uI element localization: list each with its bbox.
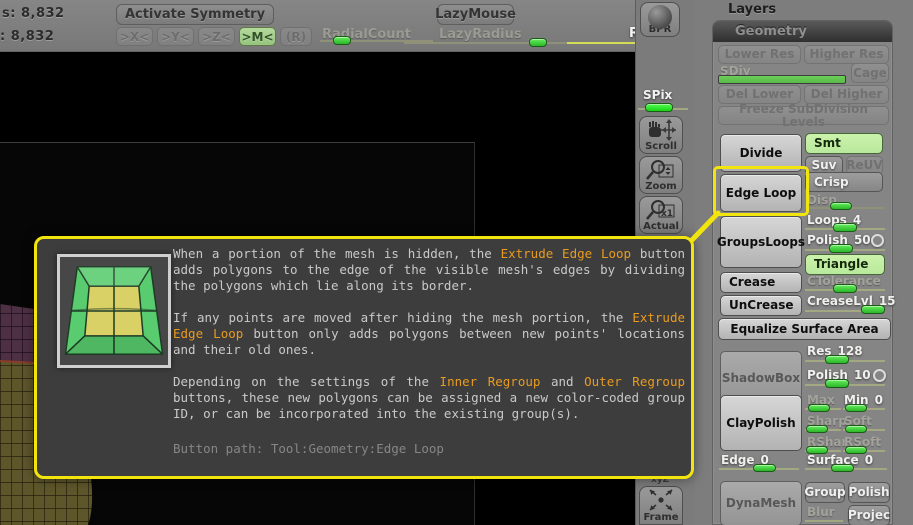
blur-label: Blur [807,505,835,519]
frame-button[interactable]: Frame [639,486,683,525]
polish10-toggle[interactable] [873,369,886,382]
geometry-subpalette: Geometry Lower Res Higher Res SDiv Cage … [712,20,896,525]
freeze-subdivision-button[interactable]: Freeze SubDivision Levels [718,102,889,128]
hand-scroll-icon [649,119,676,141]
edge-thumb[interactable] [753,464,776,472]
tooltip-body: When a portion of the mesh is hidden, th… [173,246,685,438]
frame-icon [649,489,673,511]
cage-button[interactable]: Cage [851,63,889,83]
symmetry-y-button[interactable]: >Y< [157,27,194,46]
polish10-thumb[interactable] [825,379,849,388]
right-tray: Layers Geometry Lower Res Higher Res SDi… [695,0,913,525]
bpr-button[interactable]: BPR [640,2,680,37]
smt-button[interactable]: Smt [805,133,883,154]
lazyradius-thumb[interactable] [529,38,547,47]
edge-loop-tooltip: When a portion of the mesh is hidden, th… [34,236,694,479]
actual-button[interactable]: x1 Actual [639,196,683,234]
symmetry-z-button[interactable]: >Z< [198,27,235,46]
tooltip-paragraph-1: When a portion of the mesh is hidden, th… [173,246,686,293]
lazyradius-label: LazyRadius [439,27,522,42]
equalize-surface-area-button[interactable]: Equalize Surface Area [718,318,891,340]
blur-track[interactable] [805,520,843,522]
scroll-button[interactable]: Scroll [639,116,683,154]
polish-button[interactable]: Polish [848,482,890,503]
magnifier-zoom-icon [646,160,674,180]
lazymouse-button[interactable]: LazyMouse [435,4,516,25]
point-count-line2: : 8,832 [0,29,55,44]
lower-res-button[interactable]: Lower Res [718,45,801,64]
polish50-toggle[interactable] [871,234,884,247]
magnifier-actual-icon: x1 [646,200,675,220]
spix-thumb[interactable] [645,103,673,112]
point-count-line1: s: 8,832 [2,6,65,21]
dynamesh-button[interactable]: DynaMesh [720,481,802,525]
triangle-button[interactable]: Triangle [805,254,885,275]
loops-thumb[interactable] [833,223,857,232]
layers-panel-title[interactable]: Layers [728,2,776,17]
soft-thumb[interactable] [845,425,867,433]
spix-label: SPix [643,88,673,102]
higher-res-button[interactable]: Higher Res [804,45,889,64]
zoom-button[interactable]: Zoom [639,156,683,194]
tooltip-paragraph-3: Depending on the settings of the Inner R… [173,374,685,421]
svg-text:x1: x1 [661,209,673,219]
claypolish-button[interactable]: ClayPolish [720,395,802,451]
surface-thumb[interactable] [831,464,854,472]
geometry-header[interactable]: Geometry [713,21,892,42]
polish50-thumb[interactable] [829,244,853,253]
sdiv-slider[interactable] [718,75,846,84]
edge-loop-button[interactable]: Edge Loop [720,174,802,212]
disp-thumb[interactable] [830,202,852,210]
radialcount-thumb[interactable] [333,36,351,45]
top-shelf [0,0,700,52]
sharp-thumb[interactable] [806,425,828,433]
ctolerance-thumb[interactable] [833,284,857,293]
activate-symmetry-button[interactable]: Activate Symmetry [116,4,274,25]
zbrush-window: s: 8,832 : 8,832 Activate Symmetry >X< >… [0,0,913,525]
min-thumb[interactable] [845,404,867,412]
res-thumb[interactable] [825,355,849,364]
creaselvl-thumb[interactable] [861,305,885,314]
symmetry-r-button[interactable]: (R) [280,27,312,46]
divide-button[interactable]: Divide [720,134,802,172]
lazyradius-track[interactable] [404,42,590,44]
symmetry-x-button[interactable]: >X< [116,27,153,46]
crease-button[interactable]: Crease [720,272,802,293]
tooltip-button-path: Button path: Tool:Geometry:Edge Loop [173,441,444,456]
edge-loop-mesh-image [64,265,164,355]
max-thumb[interactable] [808,404,830,412]
uncrease-button[interactable]: UnCrease [720,295,802,316]
crisp-button[interactable]: Crisp [805,172,883,192]
tooltip-paragraph-2: If any points are moved after hiding the… [173,310,686,357]
bpr-sphere-icon [648,5,672,29]
symmetry-m-button[interactable]: >M< [239,27,276,46]
groupsloops-button[interactable]: GroupsLoops [717,216,805,268]
projec-button[interactable]: Projec [848,505,890,525]
edge-loop-illustration [57,254,171,368]
group-button[interactable]: Group [804,482,846,503]
